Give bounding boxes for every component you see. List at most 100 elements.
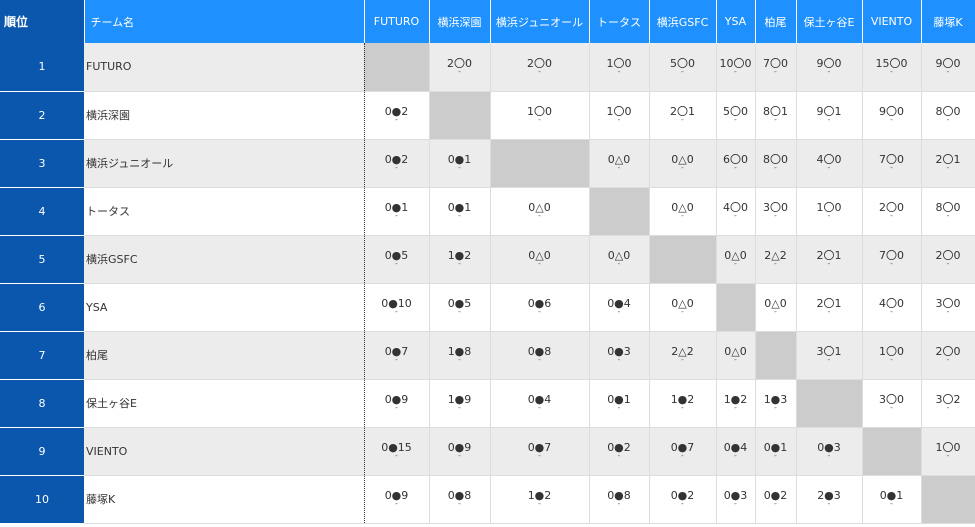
match-result-mark: - [681, 403, 684, 412]
match-result-mark: - [774, 211, 777, 220]
match-result-mark: - [946, 115, 950, 124]
match-result-cell: 1〇0- [589, 91, 650, 140]
self-match-cell [490, 139, 590, 188]
opponent-header: 柏尾 [755, 0, 797, 43]
match-result-mark: - [681, 307, 684, 316]
match-result-cell: 0●1- [429, 139, 491, 188]
match-result-cell: 7〇0- [862, 139, 922, 188]
match-result-cell: 0△0- [716, 235, 756, 284]
match-result-mark: - [774, 66, 777, 76]
match-result-cell: 3〇0- [755, 187, 797, 236]
standings-body: 1 FUTURO 2〇0-2〇0-1〇0-5〇0-10〇0-7〇0-9〇0-15〇0… [0, 43, 975, 524]
match-result-mark: - [890, 211, 893, 220]
match-result-mark: - [774, 403, 777, 412]
match-result-cell: 0●7- [364, 331, 430, 380]
match-result-mark: - [734, 499, 737, 508]
opponent-header: 横浜GSFC [649, 0, 717, 43]
match-result-cell: 10〇0- [716, 43, 756, 92]
match-result-cell: 9〇0- [862, 91, 922, 140]
table-row: 7 柏尾 0●7-1●8-0●8-0●3-2△2-0△0- 3〇1-1〇0-2〇0- [0, 331, 975, 380]
match-result-cell: 0●8- [589, 475, 650, 524]
team-name-cell: 柏尾 [84, 331, 365, 380]
match-result-mark: - [946, 403, 950, 412]
match-result-cell: 2〇0- [862, 187, 922, 236]
match-result-cell: 0●10- [364, 283, 430, 332]
match-result-cell: 0●3- [796, 427, 863, 476]
table-row: 4 トータス 0●1-0●1-0△0-0△0-4〇0-3〇0-1〇0-2〇0-8〇0… [0, 187, 975, 236]
match-result-cell: 2〇1- [796, 235, 863, 284]
team-name-cell: 横浜ジュニオール [84, 139, 365, 188]
match-result-mark: - [617, 115, 621, 124]
match-result-mark: - [617, 163, 621, 172]
match-result-mark: - [734, 115, 737, 124]
team-name-cell: トータス [84, 187, 365, 236]
match-result-mark: - [946, 259, 950, 268]
match-result-cell: 4〇0- [796, 139, 863, 188]
match-result-cell: 3〇0- [862, 379, 922, 428]
match-result-cell: 4〇0- [716, 187, 756, 236]
match-result-cell: 0●2- [364, 139, 430, 188]
match-result-cell: 0△0- [589, 139, 650, 188]
table-row: 9 VIENTO 0●15-0●9-0●7-0●2-0●7-0●4-0●1-0●3-… [0, 427, 975, 476]
opponent-header: トータス [589, 0, 650, 43]
self-match-cell [429, 91, 491, 140]
self-match-cell [589, 187, 650, 236]
team-name-cell: 藤塚K [84, 475, 365, 524]
match-result-cell: 1●2- [649, 379, 717, 428]
match-result-cell: 0●15- [364, 427, 430, 476]
table-row: 10 藤塚K 0●9-0●8-1●2-0●8-0●2-0●3-0●2-2●3-0●1… [0, 475, 975, 524]
match-result-mark: - [617, 259, 621, 268]
opponent-header: VIENTO [862, 0, 922, 43]
team-name-cell: YSA [84, 283, 365, 332]
rank-header: 順位 [0, 0, 85, 43]
self-match-cell [921, 475, 975, 524]
match-result-mark: - [774, 307, 777, 316]
match-result-cell: 3〇2- [921, 379, 975, 428]
match-result-cell: 2〇1- [921, 139, 975, 188]
rank-cell: 4 [0, 187, 84, 236]
match-result-cell: 0△0- [755, 283, 797, 332]
rank-cell: 7 [0, 331, 84, 380]
match-result-cell: 0●8- [429, 475, 491, 524]
match-result-cell: 2〇0- [490, 43, 590, 92]
match-result-cell: 0△0- [649, 283, 717, 332]
match-result-mark: - [946, 66, 950, 76]
match-result-mark: - [827, 66, 831, 76]
match-result-mark: - [681, 355, 684, 364]
match-result-mark: - [538, 115, 541, 124]
match-result-mark: - [827, 307, 831, 316]
match-result-mark: - [734, 66, 737, 76]
match-result-mark: - [395, 307, 398, 316]
opponent-header: 保土ヶ谷E [796, 0, 863, 43]
match-result-mark: - [681, 115, 684, 124]
opponent-header: 藤塚K [921, 0, 975, 43]
match-result-mark: - [890, 307, 893, 316]
rank-cell: 1 [0, 43, 84, 92]
match-result-cell: 6〇0- [716, 139, 756, 188]
match-result-cell: 0●1- [364, 187, 430, 236]
match-result-mark: - [617, 451, 621, 460]
standings-table: 順位 チーム名 FUTURO 横浜深園 横浜ジュニオール トータス 横浜GSFC YSA 柏… [0, 0, 975, 524]
match-result-mark: - [458, 307, 461, 316]
match-result-cell: 0●9- [429, 427, 491, 476]
match-result-cell: 0●1- [755, 427, 797, 476]
team-name-cell: VIENTO [84, 427, 365, 476]
match-result-cell: 7〇0- [862, 235, 922, 284]
match-result-mark: - [890, 259, 893, 268]
match-result-mark: - [681, 211, 684, 220]
match-result-mark: - [395, 451, 398, 460]
match-result-mark: - [734, 403, 737, 412]
rank-cell: 2 [0, 91, 84, 140]
opponent-header: 横浜ジュニオール [490, 0, 590, 43]
team-name-cell: 保土ヶ谷E [84, 379, 365, 428]
match-result-cell: 0●1- [589, 379, 650, 428]
match-result-cell: 0●4- [490, 379, 590, 428]
match-result-cell: 2〇1- [796, 283, 863, 332]
team-name-cell: 横浜深園 [84, 91, 365, 140]
match-result-mark: - [890, 499, 893, 508]
match-result-cell: 9〇0- [796, 43, 863, 92]
match-result-mark: - [395, 163, 398, 172]
match-result-mark: - [774, 451, 777, 460]
match-result-cell: 0●2- [589, 427, 650, 476]
match-result-mark: - [734, 355, 737, 364]
